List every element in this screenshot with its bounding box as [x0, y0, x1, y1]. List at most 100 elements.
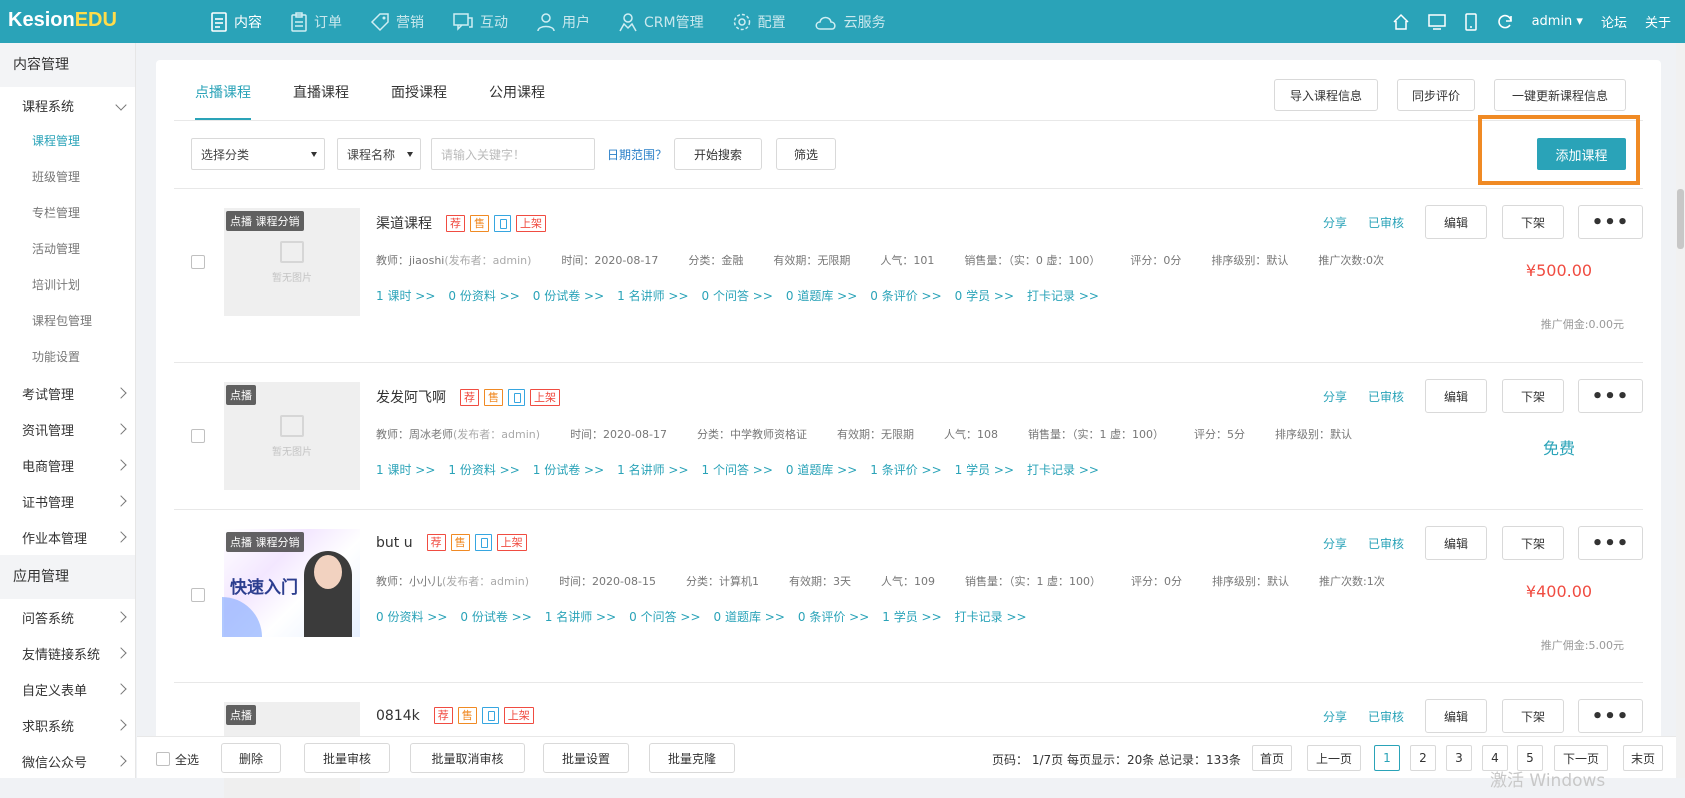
course-link[interactable]: 0 份资料 >> — [376, 610, 447, 624]
last-page-button[interactable]: 末页 — [1623, 745, 1663, 771]
course-link[interactable]: 1 条评价 >> — [870, 463, 941, 477]
sidebar-item-package-manage[interactable]: 课程包管理 — [0, 303, 135, 339]
first-page-button[interactable]: 首页 — [1252, 745, 1292, 771]
nav-cloud[interactable]: 云服务 — [800, 0, 900, 43]
course-link[interactable]: 0 个问答 >> — [702, 289, 773, 303]
sidebar-item-certificate[interactable]: 证书管理 — [0, 483, 135, 519]
course-link[interactable]: 1 份试卷 >> — [533, 463, 604, 477]
scrollbar-thumb[interactable] — [1677, 189, 1684, 249]
sidebar-item-links[interactable]: 友情链接系统 — [0, 635, 135, 671]
tab-vod[interactable]: 点播课程 — [195, 60, 251, 120]
course-name[interactable]: 渠道课程 — [376, 213, 432, 233]
course-link[interactable]: 打卡记录 >> — [1027, 289, 1099, 303]
sidebar-item-news[interactable]: 资讯管理 — [0, 411, 135, 447]
import-course-button[interactable]: 导入课程信息 — [1274, 79, 1378, 111]
course-link[interactable]: 0 条评价 >> — [798, 610, 869, 624]
nav-orders[interactable]: 订单 — [276, 0, 356, 43]
sidebar-item-ecommerce[interactable]: 电商管理 — [0, 447, 135, 483]
course-link[interactable]: 0 份试卷 >> — [533, 289, 604, 303]
page-3-button[interactable]: 3 — [1446, 745, 1472, 771]
course-link[interactable]: 1 名讲师 >> — [617, 289, 688, 303]
audited-link[interactable]: 已审核 — [1368, 214, 1404, 231]
page-scrollbar[interactable] — [1676, 43, 1685, 778]
delete-button[interactable]: 删除 — [221, 743, 281, 773]
course-thumbnail[interactable]: 点播 暂无图片 — [224, 382, 360, 490]
course-link[interactable]: 0 道题库 >> — [786, 289, 857, 303]
course-link[interactable]: 1 个问答 >> — [702, 463, 773, 477]
course-link[interactable]: 0 份资料 >> — [448, 289, 519, 303]
field-select[interactable]: 课程名称 — [337, 138, 421, 170]
nav-crm[interactable]: CRM管理 — [604, 0, 718, 43]
monitor-icon[interactable] — [1427, 13, 1446, 31]
more-button[interactable]: ••• — [1578, 379, 1643, 413]
batch-settings-button[interactable]: 批量设置 — [543, 743, 629, 773]
sidebar-item-jobs[interactable]: 求职系统 — [0, 707, 135, 743]
about-link[interactable]: 关于 — [1645, 12, 1671, 31]
share-link[interactable]: 分享 — [1323, 708, 1347, 725]
select-all-label[interactable]: 全选 — [175, 751, 199, 768]
offline-button[interactable]: 下架 — [1502, 526, 1564, 560]
course-name[interactable]: 0814k — [376, 708, 420, 724]
share-link[interactable]: 分享 — [1323, 214, 1347, 231]
page-2-button[interactable]: 2 — [1410, 745, 1436, 771]
nav-content[interactable]: 内容 — [196, 0, 276, 43]
tab-live[interactable]: 直播课程 — [293, 60, 349, 120]
mobile-icon[interactable] — [1464, 12, 1478, 31]
tab-public[interactable]: 公用课程 — [489, 60, 545, 120]
audited-link[interactable]: 已审核 — [1368, 535, 1404, 552]
sidebar-item-wechat[interactable]: 微信公众号 — [0, 743, 135, 778]
nav-users[interactable]: 用户 — [522, 0, 604, 43]
more-button[interactable]: ••• — [1578, 205, 1643, 239]
refresh-icon[interactable] — [1496, 13, 1514, 31]
batch-unaudit-button[interactable]: 批量取消审核 — [410, 743, 525, 773]
share-link[interactable]: 分享 — [1323, 388, 1347, 405]
course-link[interactable]: 0 份试卷 >> — [460, 610, 531, 624]
nav-interaction[interactable]: 互动 — [438, 0, 522, 43]
keyword-input[interactable]: 请输入关键字！ — [431, 138, 595, 170]
sidebar-item-column-manage[interactable]: 专栏管理 — [0, 195, 135, 231]
offline-button[interactable]: 下架 — [1502, 205, 1564, 239]
row-checkbox[interactable] — [191, 588, 205, 602]
course-link[interactable]: 0 道题库 >> — [786, 463, 857, 477]
sidebar-item-exam[interactable]: 考试管理 — [0, 375, 135, 411]
sidebar-item-activity-manage[interactable]: 活动管理 — [0, 231, 135, 267]
nav-marketing[interactable]: 营销 — [356, 0, 438, 43]
sidebar-item-custom-form[interactable]: 自定义表单 — [0, 671, 135, 707]
sidebar-item-feature-settings[interactable]: 功能设置 — [0, 339, 135, 375]
date-range-link[interactable]: 日期范围？ — [607, 146, 667, 163]
batch-clone-button[interactable]: 批量克隆 — [649, 743, 735, 773]
course-link[interactable]: 1 份资料 >> — [448, 463, 519, 477]
audited-link[interactable]: 已审核 — [1368, 388, 1404, 405]
course-link[interactable]: 1 名讲师 >> — [545, 610, 616, 624]
row-checkbox[interactable] — [191, 429, 205, 443]
sidebar-item-homework[interactable]: 作业本管理 — [0, 519, 135, 555]
admin-menu[interactable]: admin ▾ — [1532, 14, 1583, 29]
sidebar-item-course-system[interactable]: 课程系统 — [0, 87, 135, 123]
search-button[interactable]: 开始搜索 — [674, 138, 762, 170]
filter-button[interactable]: 筛选 — [776, 138, 836, 170]
category-select[interactable]: 选择分类 — [191, 138, 325, 170]
logo[interactable]: KesionEDU — [8, 9, 117, 32]
share-link[interactable]: 分享 — [1323, 535, 1347, 552]
course-link[interactable]: 1 学员 >> — [955, 463, 1014, 477]
course-link[interactable]: 1 学员 >> — [882, 610, 941, 624]
nav-config[interactable]: 配置 — [718, 0, 800, 43]
prev-page-button[interactable]: 上一页 — [1307, 745, 1361, 771]
course-link[interactable]: 1 课时 >> — [376, 289, 435, 303]
edit-button[interactable]: 编辑 — [1425, 379, 1487, 413]
home-icon[interactable] — [1392, 13, 1410, 31]
sidebar-item-qa[interactable]: 问答系统 — [0, 599, 135, 635]
tab-offline[interactable]: 面授课程 — [391, 60, 447, 120]
course-cover-image[interactable]: 快速入门 点播 课程分销 — [222, 529, 360, 637]
course-link[interactable]: 0 个问答 >> — [629, 610, 700, 624]
add-course-button[interactable]: 添加课程 — [1537, 138, 1626, 170]
batch-audit-button[interactable]: 批量审核 — [304, 743, 390, 773]
course-name[interactable]: but u — [376, 535, 413, 551]
more-button[interactable]: ••• — [1578, 699, 1643, 733]
course-link[interactable]: 打卡记录 >> — [1027, 463, 1099, 477]
edit-button[interactable]: 编辑 — [1425, 526, 1487, 560]
sync-rating-button[interactable]: 同步评价 — [1397, 79, 1475, 111]
edit-button[interactable]: 编辑 — [1425, 699, 1487, 733]
forum-link[interactable]: 论坛 — [1601, 12, 1627, 31]
select-all-checkbox[interactable] — [156, 752, 170, 766]
